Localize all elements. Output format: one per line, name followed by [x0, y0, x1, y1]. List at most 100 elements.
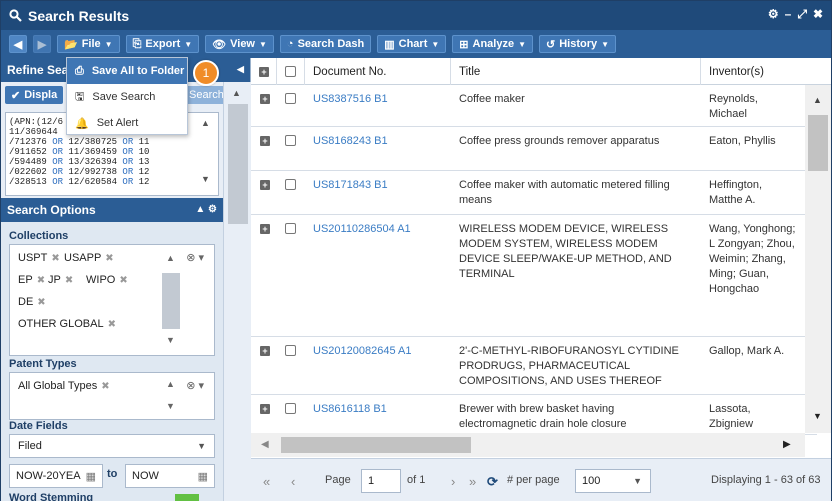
- date-to-input[interactable]: NOW ▦: [125, 464, 215, 488]
- per-page-select[interactable]: 100 ▼: [575, 469, 651, 493]
- collections-scrollbar[interactable]: ▲ ▼: [160, 249, 182, 349]
- column-header-document-no[interactable]: Document No.: [305, 58, 451, 85]
- scroll-up-icon[interactable]: ▲: [166, 379, 175, 389]
- chart-menu-button[interactable]: ▥ Chart ▼: [377, 35, 447, 53]
- collapse-left-icon[interactable]: ◀: [237, 64, 244, 75]
- document-number-link[interactable]: US20110286504 A1: [305, 215, 451, 237]
- search-dash-button[interactable]: ◔ Search Dash: [279, 35, 372, 53]
- expand-row-icon[interactable]: +: [260, 180, 270, 190]
- close-icon[interactable]: ✖: [813, 7, 823, 22]
- row-checkbox[interactable]: [285, 223, 296, 234]
- plus-icon[interactable]: +: [259, 66, 269, 77]
- scroll-left-icon[interactable]: ◀: [261, 439, 269, 450]
- remove-icon[interactable]: ✖: [37, 297, 45, 308]
- remove-icon[interactable]: ✖: [108, 319, 116, 330]
- column-header-inventors[interactable]: Inventor(s): [701, 58, 831, 85]
- last-page-icon[interactable]: »: [469, 474, 476, 489]
- column-header-title[interactable]: Title: [451, 58, 701, 85]
- collections-tagbox[interactable]: USPT ✖ USAPP ✖ EP ✖ JP ✖ WIPO ✖ DE ✖ OTHER GLO…: [9, 244, 215, 356]
- collection-tag[interactable]: OTHER GLOBAL ✖: [18, 315, 116, 333]
- next-page-icon[interactable]: ›: [451, 474, 455, 489]
- document-number-link[interactable]: US20120082645 A1: [305, 337, 451, 359]
- minimize-icon[interactable]: –: [785, 7, 792, 22]
- remove-icon[interactable]: ✖: [51, 253, 59, 264]
- row-checkbox[interactable]: [285, 345, 296, 356]
- expand-all-column[interactable]: +: [251, 58, 277, 85]
- collapse-up-icon[interactable]: ▲ ⚙: [195, 204, 217, 215]
- patent-types-scrollbar[interactable]: ▲ ▼: [160, 377, 182, 417]
- left-panel-scrollbar[interactable]: ▲ ▼: [223, 82, 251, 501]
- row-checkbox[interactable]: [285, 135, 296, 146]
- refresh-icon[interactable]: ⟳: [487, 474, 498, 490]
- scroll-down-icon[interactable]: ▼: [166, 335, 175, 345]
- collection-tag[interactable]: JP ✖: [48, 271, 73, 289]
- maximize-icon[interactable]: ⤢: [797, 7, 807, 22]
- menu-item-set-alert[interactable]: 🔔 Set Alert: [67, 110, 187, 136]
- row-checkbox[interactable]: [285, 93, 296, 104]
- prev-page-icon[interactable]: ‹: [291, 474, 295, 489]
- remove-icon[interactable]: ✖: [119, 275, 127, 286]
- table-row[interactable]: + US8616118 B1 Brewer with brew basket hav…: [251, 395, 817, 435]
- table-row[interactable]: + US8387516 B1 Coffee maker Reynolds, Micha…: [251, 85, 817, 127]
- patent-type-tag[interactable]: All Global Types ✖: [18, 377, 110, 395]
- page-number-input[interactable]: 1: [361, 469, 401, 493]
- remove-icon[interactable]: ✖: [105, 253, 113, 264]
- collection-tag[interactable]: USPT ✖: [18, 249, 60, 267]
- word-stemming-toggle[interactable]: [175, 494, 199, 501]
- collection-tag[interactable]: WIPO ✖: [86, 271, 128, 289]
- expand-row-icon[interactable]: +: [260, 404, 270, 414]
- scroll-thumb[interactable]: [808, 115, 828, 171]
- table-row[interactable]: + US20120082645 A1 2'-C-METHYL-RIBOFURANOS…: [251, 337, 817, 395]
- grid-horizontal-scrollbar[interactable]: ◀ ▶: [251, 433, 805, 457]
- scroll-up-icon[interactable]: ▲: [166, 253, 175, 263]
- expand-row-icon[interactable]: +: [260, 224, 270, 234]
- document-number-link[interactable]: US8387516 B1: [305, 85, 451, 107]
- collection-tag[interactable]: EP ✖: [18, 271, 45, 289]
- scroll-up-icon[interactable]: ▲: [201, 118, 210, 128]
- menu-item-save-all-to-folder[interactable]: ⎙ Save All to Folder: [67, 58, 187, 84]
- clear-x-circle-icon[interactable]: ⊗ ▾: [186, 379, 204, 392]
- scroll-down-icon[interactable]: ▼: [166, 401, 175, 411]
- scroll-down-icon[interactable]: ▼: [201, 174, 210, 184]
- patent-types-tagbox[interactable]: All Global Types ✖ ▲ ▼ ⊗ ▾: [9, 372, 215, 420]
- remove-icon[interactable]: ✖: [37, 275, 45, 286]
- menu-item-save-search[interactable]: 🖫 Save Search: [67, 84, 187, 110]
- scroll-right-icon[interactable]: ▶: [783, 439, 791, 450]
- table-row[interactable]: + US8171843 B1 Coffee maker with automatic…: [251, 171, 817, 215]
- row-checkbox[interactable]: [285, 403, 296, 414]
- clear-x-circle-icon[interactable]: ⊗ ▾: [186, 251, 204, 264]
- grid-vertical-scrollbar[interactable]: ▲ ▼: [805, 85, 831, 433]
- gear-icon[interactable]: ⚙: [768, 7, 779, 22]
- view-menu-button[interactable]: 👁 View ▼: [205, 35, 274, 53]
- remove-icon[interactable]: ✖: [101, 381, 109, 392]
- history-menu-button[interactable]: ↺ History ▼: [539, 35, 617, 53]
- calendar-icon[interactable]: ▦: [198, 470, 208, 483]
- collection-tag[interactable]: DE ✖: [18, 293, 46, 311]
- calendar-icon[interactable]: ▦: [86, 470, 96, 483]
- scroll-down-icon[interactable]: ▼: [813, 411, 822, 421]
- forward-button[interactable]: ▶: [33, 35, 51, 53]
- row-checkbox[interactable]: [285, 179, 296, 190]
- scroll-thumb[interactable]: [281, 437, 471, 453]
- table-row[interactable]: + US8168243 B1 Coffee press grounds remove…: [251, 127, 817, 171]
- expand-row-icon[interactable]: +: [260, 136, 270, 146]
- remove-icon[interactable]: ✖: [65, 275, 73, 286]
- display-button[interactable]: ✔ Displa: [5, 86, 64, 104]
- select-all-checkbox[interactable]: [285, 66, 296, 77]
- expand-row-icon[interactable]: +: [260, 346, 270, 356]
- analyze-menu-button[interactable]: ⊞ Analyze ▼: [452, 35, 534, 53]
- scroll-thumb[interactable]: [228, 104, 248, 224]
- file-menu-button[interactable]: 📂 File ▼: [57, 35, 120, 53]
- expand-row-icon[interactable]: +: [260, 94, 270, 104]
- back-button[interactable]: ◀: [9, 35, 27, 53]
- query-scrollbar[interactable]: ▲ ▼: [197, 118, 217, 190]
- date-from-input[interactable]: NOW-20YEA ▦: [9, 464, 103, 488]
- table-row[interactable]: + US20110286504 A1 WIRELESS MODEM DEVICE, …: [251, 215, 817, 337]
- scroll-up-icon[interactable]: ▲: [232, 88, 241, 98]
- document-number-link[interactable]: US8616118 B1: [305, 395, 451, 417]
- first-page-icon[interactable]: «: [263, 474, 270, 489]
- scroll-up-icon[interactable]: ▲: [813, 95, 822, 105]
- scroll-thumb[interactable]: [162, 273, 180, 329]
- export-menu-button[interactable]: ⎘ Export ▼: [125, 35, 200, 53]
- document-number-link[interactable]: US8171843 B1: [305, 171, 451, 193]
